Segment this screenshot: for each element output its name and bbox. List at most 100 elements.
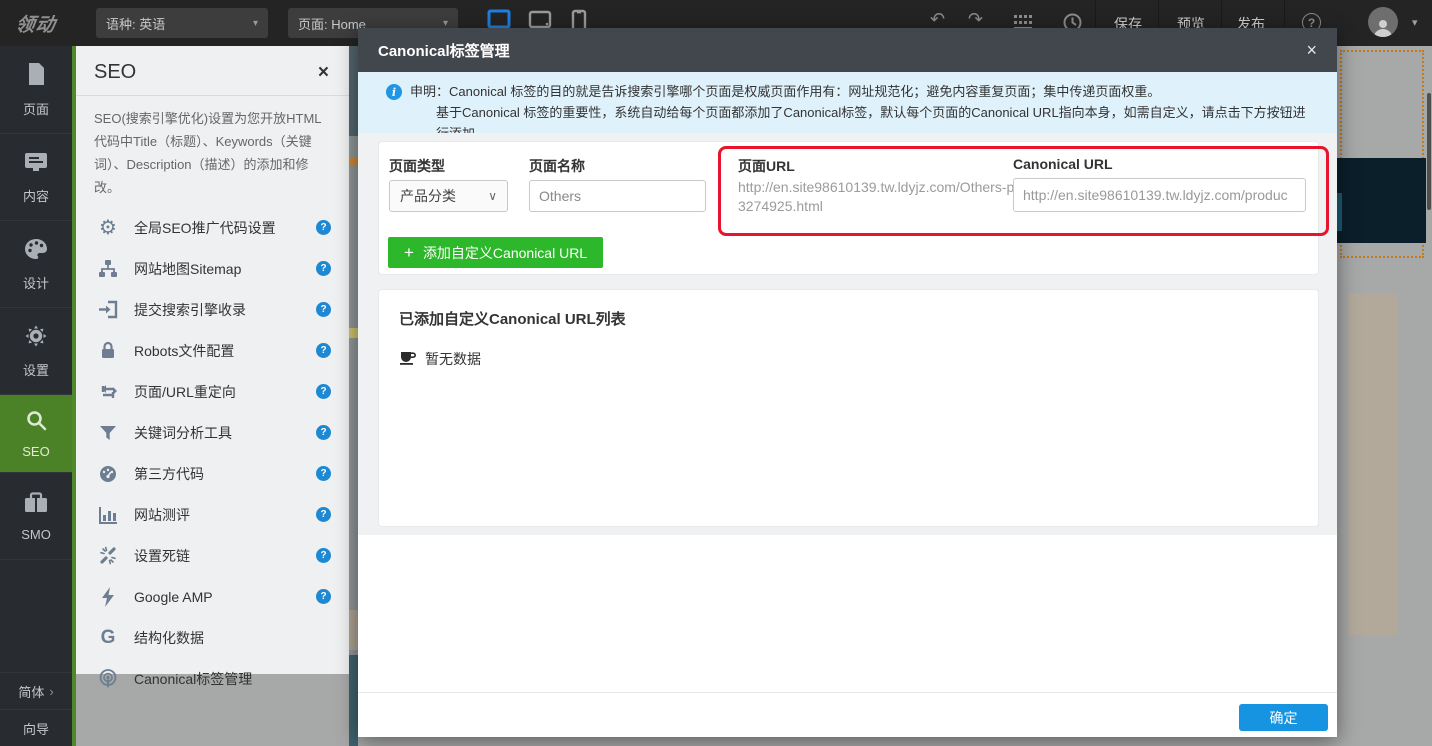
sidebar-item-content[interactable]: 内容 <box>0 134 72 221</box>
avatar[interactable] <box>1368 7 1398 37</box>
page-type-select[interactable]: 产品分类 ∨ <box>389 180 508 212</box>
app-window: 领动 语种: 英语 ▾ 页面: Home ▾ ↶ ↷ <box>0 0 1432 746</box>
redirect-icon <box>94 383 122 401</box>
editor-content-block <box>1348 293 1398 635</box>
sidebar-item-seo[interactable]: SEO <box>0 395 72 473</box>
sliver-segment <box>349 655 358 746</box>
seo-menu-item-global-code[interactable]: ⚙ 全局SEO推广代码设置 ? <box>76 207 349 248</box>
undo-icon[interactable]: ↶ <box>930 10 945 28</box>
seo-menu-item-redirect[interactable]: 页面/URL重定向 ? <box>76 371 349 412</box>
notice-line-1: 申明：Canonical 标签的目的就是告诉搜索引擎哪个页面是权威页面作用有：网… <box>410 81 1317 102</box>
canonical-list-card: 已添加自定义Canonical URL列表 暂无数据 <box>378 289 1319 527</box>
redo-icon[interactable]: ↷ <box>968 10 983 28</box>
modal-header: Canonical标签管理 × <box>358 28 1337 72</box>
seo-panel: SEO × SEO(搜索引擎优化)设置为您开放HTML代码中Title（标题）、… <box>76 46 349 674</box>
page-name-input[interactable] <box>529 180 706 212</box>
help-icon[interactable]: ? <box>316 507 331 522</box>
account-chevron-down-icon[interactable]: ▾ <box>1412 16 1418 29</box>
modal-title: Canonical标签管理 <box>378 40 510 61</box>
chevron-down-icon: ∨ <box>488 189 497 203</box>
seo-panel-header: SEO × <box>76 46 349 96</box>
seo-menu-item-structured-data[interactable]: G 结构化数据 <box>76 617 349 658</box>
close-icon[interactable]: × <box>318 65 329 81</box>
seo-panel-title: SEO <box>94 61 136 84</box>
sitemap-icon <box>94 259 122 278</box>
briefcase-icon <box>23 491 49 520</box>
help-icon[interactable]: ? <box>316 466 331 481</box>
canonical-url-input[interactable] <box>1013 178 1306 212</box>
help-icon[interactable]: ? <box>316 343 331 358</box>
empty-text: 暂无数据 <box>425 349 481 369</box>
google-g-icon: G <box>94 628 122 647</box>
locale-switch[interactable]: 简体 › <box>0 672 72 709</box>
language-dropdown-label: 语种: 英语 <box>106 14 165 33</box>
seo-menu-item-canonical[interactable]: Canonical标签管理 <box>76 658 349 699</box>
page-dropdown-label: 页面: Home <box>298 14 366 33</box>
lightning-icon <box>94 587 122 607</box>
empty-cup-icon <box>399 350 417 369</box>
bar-chart-icon <box>94 506 122 524</box>
notice-text: 申明：Canonical 标签的目的就是告诉搜索引擎哪个页面是权威页面作用有：网… <box>410 81 1317 133</box>
seo-menu-item-dead-links[interactable]: 设置死链 ? <box>76 535 349 576</box>
wizard-label: 向导 <box>23 719 49 738</box>
canonical-modal: Canonical标签管理 × i 申明：Canonical 标签的目的就是告诉… <box>358 28 1337 737</box>
palette-icon <box>23 237 49 266</box>
add-canonical-button-label: 添加自定义Canonical URL <box>423 243 587 263</box>
sliver-segment <box>349 328 358 338</box>
help-icon[interactable]: ? <box>316 302 331 317</box>
chevron-down-icon: ▾ <box>253 18 258 29</box>
sliver-segment <box>349 46 358 136</box>
add-canonical-button[interactable]: + 添加自定义Canonical URL <box>388 237 603 268</box>
sign-in-icon <box>94 300 122 319</box>
plus-icon: + <box>404 243 414 263</box>
sidebar-bottom: 简体 › 向导 <box>0 672 72 746</box>
notice-banner: i 申明：Canonical 标签的目的就是告诉搜索引擎哪个页面是权威页面作用有… <box>358 72 1337 133</box>
sidebar-item-design[interactable]: 设计 <box>0 221 72 308</box>
help-icon[interactable]: ? <box>316 589 331 604</box>
help-icon[interactable]: ? <box>316 548 331 563</box>
dashboard-icon <box>94 465 122 483</box>
help-icon[interactable]: ? <box>316 220 331 235</box>
editor-banner-tab <box>1337 193 1342 231</box>
gears-icon: ⚙ <box>94 218 122 238</box>
seo-menu-item-google-amp[interactable]: Google AMP ? <box>76 576 349 617</box>
help-icon[interactable]: ? <box>316 425 331 440</box>
scrollbar-thumb[interactable] <box>1427 93 1431 210</box>
sidebar-item-pages[interactable]: 页面 <box>0 46 72 134</box>
canonical-list-title: 已添加自定义Canonical URL列表 <box>399 308 1298 329</box>
search-icon <box>25 409 48 437</box>
sidebar-item-label: 设计 <box>23 273 49 292</box>
seo-menu: ⚙ 全局SEO推广代码设置 ? 网站地图Sitemap ? 提交搜索引擎收录 ? <box>76 203 349 699</box>
seo-panel-description: SEO(搜索引擎优化)设置为您开放HTML代码中Title（标题）、Keywor… <box>76 96 349 203</box>
page-icon <box>24 61 48 92</box>
main-sidebar: 页面 内容 设计 设置 SEO SMO 简体 › 向导 <box>0 46 72 746</box>
help-icon[interactable]: ? <box>316 384 331 399</box>
page-url-label: 页面URL <box>738 156 795 176</box>
sidebar-item-smo[interactable]: SMO <box>0 473 72 560</box>
content-icon <box>23 150 49 179</box>
page-name-label: 页面名称 <box>529 156 585 176</box>
sidebar-item-label: SEO <box>22 444 49 459</box>
page-type-value: 产品分类 <box>400 186 456 206</box>
seo-menu-item-sitemap[interactable]: 网站地图Sitemap ? <box>76 248 349 289</box>
broken-link-icon <box>94 546 122 565</box>
modal-footer: 确定 <box>358 535 1337 737</box>
seo-menu-item-site-review[interactable]: 网站测评 ? <box>76 494 349 535</box>
divider <box>358 692 1337 693</box>
wizard-button[interactable]: 向导 <box>0 709 72 746</box>
confirm-button[interactable]: 确定 <box>1239 704 1328 731</box>
help-icon[interactable]: ? <box>316 261 331 276</box>
modal-body: 页面类型 产品分类 ∨ 页面名称 页面URL http://en.site986… <box>358 133 1337 535</box>
seo-menu-item-submit-search[interactable]: 提交搜索引擎收录 ? <box>76 289 349 330</box>
locale-label: 简体 <box>18 682 44 701</box>
close-icon[interactable]: × <box>1306 40 1317 61</box>
language-dropdown[interactable]: 语种: 英语 ▾ <box>96 8 268 38</box>
page-type-label: 页面类型 <box>389 156 445 176</box>
seo-menu-item-third-party-code[interactable]: 第三方代码 ? <box>76 453 349 494</box>
sidebar-item-label: 设置 <box>23 360 49 379</box>
sliver-segment <box>349 158 358 166</box>
page-url-value: http://en.site98610139.tw.ldyjz.com/Othe… <box>738 178 1022 216</box>
seo-menu-item-robots[interactable]: Robots文件配置 ? <box>76 330 349 371</box>
sidebar-item-settings[interactable]: 设置 <box>0 308 72 395</box>
seo-menu-item-keyword-tool[interactable]: 关键词分析工具 ? <box>76 412 349 453</box>
